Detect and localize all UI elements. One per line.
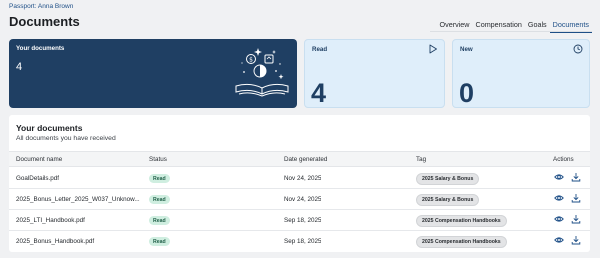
document-name[interactable]: GoalDetails.pdf xyxy=(16,175,146,182)
new-card-label: New xyxy=(460,46,473,53)
your-documents-count: 4 xyxy=(16,61,23,73)
breadcrumb[interactable]: Passport: Anna Brown xyxy=(9,3,73,10)
header-status[interactable]: Status xyxy=(149,156,167,163)
documents-illustration-icon: $ xyxy=(235,48,289,97)
your-documents-card: Your documents 4 $ xyxy=(9,39,297,108)
document-name[interactable]: 2025_Bonus_Letter_2025_W037_Unknow... xyxy=(16,196,146,203)
read-card-label: Read xyxy=(312,46,328,53)
header-tag[interactable]: Tag xyxy=(416,156,426,163)
tag-badge-label: 2025 Compensation Handbooks xyxy=(416,236,507,248)
table-row[interactable]: 2025_Bonus_Letter_2025_W037_Unknow... Re… xyxy=(9,189,590,210)
panel-subtitle: All documents you have received xyxy=(16,135,116,142)
status-badge: Read xyxy=(149,195,170,204)
play-icon xyxy=(429,44,437,54)
page-title: Documents xyxy=(9,14,80,29)
status-badge: Read xyxy=(149,216,170,225)
status-badge-label: Read xyxy=(149,216,170,225)
view-eye-icon[interactable] xyxy=(554,172,564,182)
row-actions xyxy=(554,235,581,245)
download-icon[interactable] xyxy=(571,214,581,224)
read-card: Read 4 xyxy=(304,39,445,108)
svg-text:$: $ xyxy=(249,57,253,64)
tag-badge: 2025 Compensation Handbooks xyxy=(416,215,507,227)
tag-badge-label: 2025 Compensation Handbooks xyxy=(416,215,507,227)
read-count: 4 xyxy=(311,78,327,108)
row-actions xyxy=(554,172,581,182)
download-icon[interactable] xyxy=(571,172,581,182)
panel-title: Your documents xyxy=(16,123,83,133)
date-generated: Sep 18, 2025 xyxy=(284,217,322,224)
your-documents-card-label: Your documents xyxy=(16,45,65,52)
table-row[interactable]: 2025_LTI_Handbook.pdf Read Sep 18, 2025 … xyxy=(9,210,590,231)
view-eye-icon[interactable] xyxy=(554,235,564,245)
header-document-name[interactable]: Document name xyxy=(16,156,62,163)
header-actions: Actions xyxy=(553,156,574,163)
new-count: 0 xyxy=(459,78,475,108)
download-icon[interactable] xyxy=(571,193,581,203)
table-header: Document name Status Date generated Tag … xyxy=(9,151,590,167)
tag-badge-label: 2025 Salary & Bonus xyxy=(416,194,480,206)
new-card: New 0 xyxy=(452,39,590,108)
date-generated: Nov 24, 2025 xyxy=(284,196,322,203)
row-actions xyxy=(554,193,581,203)
tabs-divider xyxy=(430,31,592,32)
status-badge: Read xyxy=(149,174,170,183)
status-badge-label: Read xyxy=(149,174,170,183)
table-row[interactable]: 2025_Bonus_Handbook.pdf Read Sep 18, 202… xyxy=(9,231,590,252)
date-generated: Sep 18, 2025 xyxy=(284,238,322,245)
status-badge-label: Read xyxy=(149,195,170,204)
document-name[interactable]: 2025_Bonus_Handbook.pdf xyxy=(16,238,146,245)
document-name[interactable]: 2025_LTI_Handbook.pdf xyxy=(16,217,146,224)
documents-panel: Your documents All documents you have re… xyxy=(9,115,590,252)
tag-badge-label: 2025 Salary & Bonus xyxy=(416,173,480,185)
status-badge-label: Read xyxy=(149,237,170,246)
header-date-generated[interactable]: Date generated xyxy=(284,156,327,163)
tag-badge: 2025 Salary & Bonus xyxy=(416,194,480,206)
view-eye-icon[interactable] xyxy=(554,193,564,203)
clock-icon xyxy=(573,44,583,54)
row-actions xyxy=(554,214,581,224)
tag-badge: 2025 Salary & Bonus xyxy=(416,173,480,185)
view-eye-icon[interactable] xyxy=(554,214,564,224)
status-badge: Read xyxy=(149,237,170,246)
date-generated: Nov 24, 2025 xyxy=(284,175,322,182)
tag-badge: 2025 Compensation Handbooks xyxy=(416,236,507,248)
download-icon[interactable] xyxy=(571,235,581,245)
table-row[interactable]: GoalDetails.pdf Read Nov 24, 2025 2025 S… xyxy=(9,168,590,189)
